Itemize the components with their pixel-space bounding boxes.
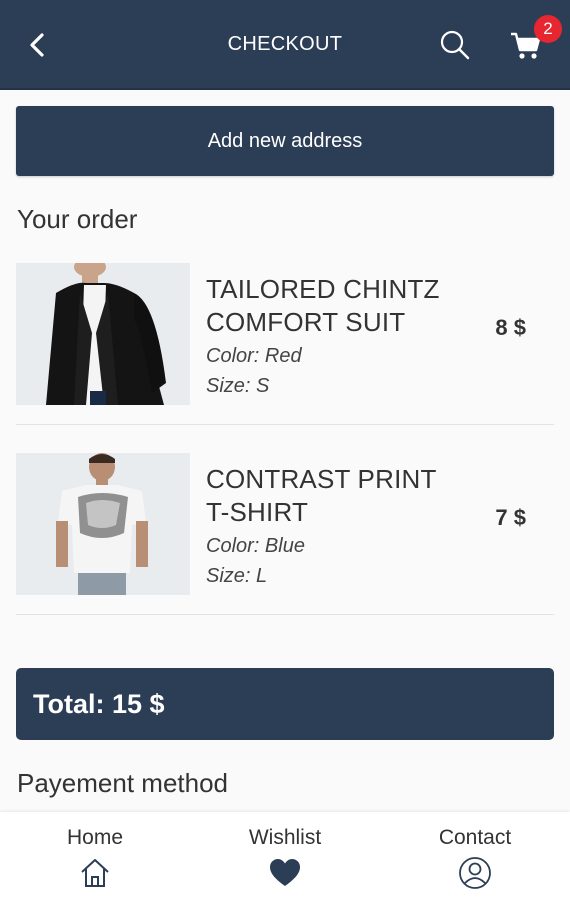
nav-contact-label: Contact (438, 826, 512, 849)
your-order-heading: Your order (17, 204, 138, 234)
bottom-navigation: Home Wishlist Contact (0, 812, 570, 900)
nav-home-label: Home (66, 826, 124, 849)
nav-contact[interactable]: Contact (380, 812, 570, 900)
product-price: 8 $ (495, 315, 526, 340)
product-size: Size: S (206, 375, 270, 397)
add-new-address-button[interactable]: Add new address (16, 106, 554, 176)
search-icon[interactable] (438, 28, 472, 62)
nav-wishlist[interactable]: Wishlist (190, 812, 380, 900)
heart-icon (270, 859, 300, 886)
user-icon (459, 857, 491, 889)
order-item[interactable]: CONTRAST PRINT T-SHIRT Color: Blue Size:… (16, 453, 554, 615)
product-color: Color: Red (206, 345, 302, 367)
product-price: 7 $ (495, 505, 526, 530)
checkout-content: Add new address Your order TAILORED CHIN… (0, 90, 570, 812)
order-item[interactable]: TAILORED CHINTZ COMFORT SUIT Color: Red … (16, 263, 554, 425)
order-total: Total: 15 $ (16, 668, 554, 740)
product-image-suit (16, 263, 190, 405)
home-icon (81, 859, 109, 887)
product-name: CONTRAST PRINT T-SHIRT (206, 464, 437, 527)
page-title: CHECKOUT (227, 32, 343, 55)
cart-count-badge: 2 (534, 15, 562, 43)
product-size: Size: L (206, 565, 268, 587)
product-color: Color: Blue (206, 535, 305, 557)
product-image-tshirt (16, 453, 190, 595)
nav-home[interactable]: Home (0, 812, 190, 900)
back-arrow-icon[interactable] (22, 28, 54, 62)
payment-method-heading: Payement method (17, 768, 229, 798)
nav-wishlist-label: Wishlist (248, 826, 322, 849)
app-bar: CHECKOUT 2 (0, 0, 570, 90)
product-name: TAILORED CHINTZ COMFORT SUIT (206, 274, 440, 337)
